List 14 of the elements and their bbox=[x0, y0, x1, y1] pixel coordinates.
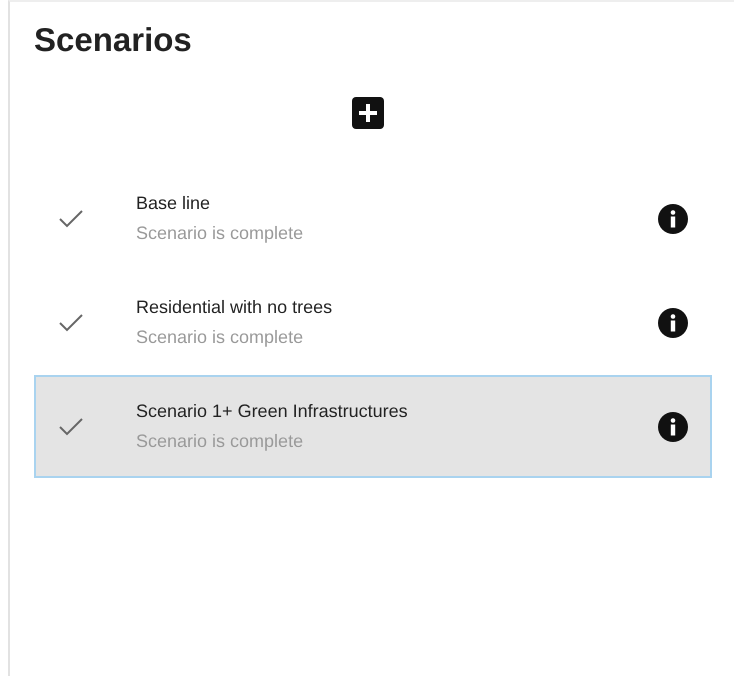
scenario-status: Scenario is complete bbox=[136, 223, 304, 244]
panel-title: Scenarios bbox=[34, 20, 193, 60]
scenario-name: Base line bbox=[136, 193, 210, 214]
scenario-name: Scenario 1+ Green Infrastructures bbox=[136, 401, 408, 422]
scenario-item[interactable]: Scenario 1+ Green Infrastructures Scenario is complete bbox=[34, 375, 712, 478]
scenario-status: Scenario is complete bbox=[136, 327, 304, 348]
info-icon[interactable] bbox=[658, 412, 688, 442]
info-icon[interactable] bbox=[658, 308, 688, 338]
info-icon[interactable] bbox=[658, 204, 688, 234]
scenario-status: Scenario is complete bbox=[136, 431, 304, 452]
scenario-item[interactable]: Residential with no trees Scenario is complete bbox=[34, 271, 712, 374]
scenario-item[interactable]: Base line Scenario is complete bbox=[34, 167, 712, 270]
scenario-name: Residential with no trees bbox=[136, 297, 332, 318]
add-button[interactable] bbox=[352, 97, 384, 129]
